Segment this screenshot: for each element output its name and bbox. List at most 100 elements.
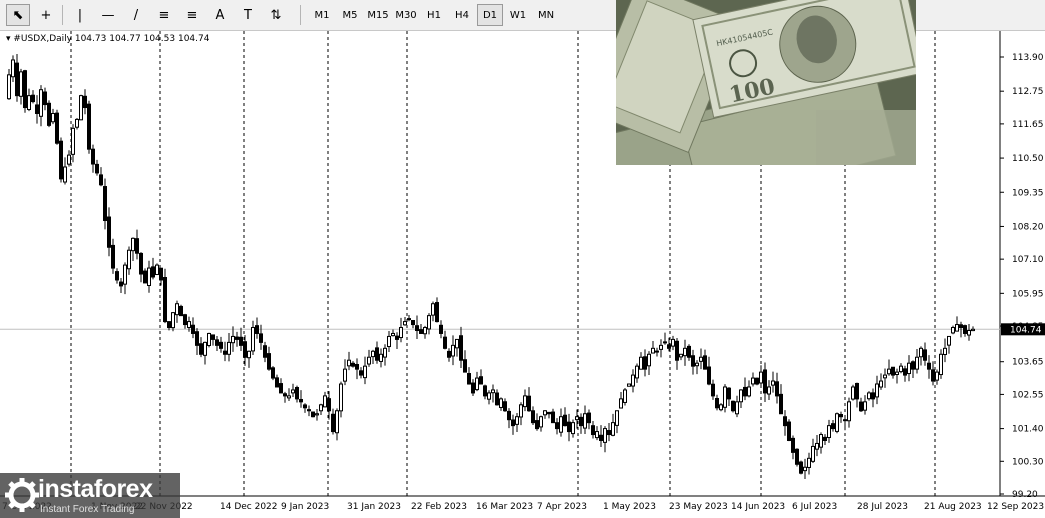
candle-body bbox=[619, 398, 623, 409]
candle-body bbox=[675, 340, 679, 361]
candle-body bbox=[543, 410, 547, 416]
candle-body bbox=[751, 377, 755, 385]
arrows-icon[interactable]: ⇅ bbox=[264, 4, 288, 26]
candle-body bbox=[227, 341, 231, 355]
candle-body bbox=[279, 383, 283, 394]
candle-body bbox=[419, 329, 423, 334]
candle-body bbox=[839, 413, 843, 418]
candle-body bbox=[123, 264, 127, 285]
candle-body bbox=[807, 457, 811, 468]
candle-body bbox=[563, 414, 567, 427]
candle-body bbox=[155, 264, 159, 276]
candle-body bbox=[651, 347, 655, 354]
x-tick-label: 14 Dec 2022 bbox=[220, 502, 278, 512]
candle-body bbox=[527, 395, 531, 412]
candle-body bbox=[99, 174, 103, 186]
candle-body bbox=[263, 345, 267, 358]
candle-body bbox=[899, 365, 903, 373]
candle-body bbox=[71, 127, 75, 155]
candle-body bbox=[435, 302, 439, 323]
candle-body bbox=[815, 442, 819, 450]
candle-body bbox=[59, 140, 63, 180]
timeframe-d1-button[interactable]: D1 bbox=[477, 4, 503, 26]
candle-body bbox=[367, 356, 371, 365]
candle-body bbox=[335, 410, 339, 434]
candle-body bbox=[127, 249, 131, 270]
timeframe-m15-button[interactable]: M15 bbox=[365, 4, 391, 26]
candle-body bbox=[799, 461, 803, 474]
equidistant-channel-icon[interactable]: ≡ bbox=[152, 4, 176, 26]
low-price: 104.53 bbox=[143, 34, 176, 44]
candle-body bbox=[779, 393, 783, 415]
candle-body bbox=[615, 410, 619, 426]
y-tick-label: 105.95 bbox=[1012, 289, 1044, 299]
candle-body bbox=[111, 244, 115, 269]
candle-body bbox=[755, 377, 759, 385]
timeframe-h1-button[interactable]: H1 bbox=[421, 4, 447, 26]
text-label-icon[interactable]: T bbox=[236, 4, 260, 26]
candle-body bbox=[47, 102, 51, 126]
candle-body bbox=[791, 437, 795, 453]
candle-body bbox=[51, 112, 55, 123]
timeframe-mn-button[interactable]: MN bbox=[533, 4, 559, 26]
candle-body bbox=[959, 324, 963, 329]
candle-body bbox=[639, 356, 643, 370]
candle-body bbox=[947, 335, 951, 346]
y-tick-label: 110.50 bbox=[1012, 154, 1044, 164]
candle-body bbox=[655, 350, 659, 353]
candle-body bbox=[395, 335, 399, 340]
candle-body bbox=[695, 362, 699, 367]
candle-body bbox=[215, 339, 219, 346]
candle-body bbox=[911, 361, 915, 370]
candle-body bbox=[75, 118, 79, 128]
candle-body bbox=[759, 371, 763, 384]
x-tick-label: 31 Jan 2023 bbox=[347, 502, 401, 512]
text-icon[interactable]: A bbox=[208, 4, 232, 26]
candle-body bbox=[647, 353, 651, 367]
candle-body bbox=[643, 356, 647, 370]
cursor-icon[interactable]: ⬉ bbox=[6, 4, 30, 26]
candle-body bbox=[919, 347, 923, 358]
x-tick-label: 22 Feb 2023 bbox=[411, 502, 467, 512]
candle-body bbox=[531, 410, 535, 424]
x-tick-label: 14 Jun 2023 bbox=[731, 502, 785, 512]
candle-body bbox=[403, 321, 407, 326]
candle-body bbox=[611, 422, 615, 436]
candle-body bbox=[771, 380, 775, 386]
candle-body bbox=[167, 321, 171, 329]
candle-body bbox=[711, 383, 715, 397]
timeframe-m1-button[interactable]: M1 bbox=[309, 4, 335, 26]
timeframe-w1-button[interactable]: W1 bbox=[505, 4, 531, 26]
candle-body bbox=[251, 327, 255, 352]
candle-body bbox=[487, 392, 491, 400]
crosshair-icon[interactable]: + bbox=[34, 4, 58, 26]
trendline-icon[interactable]: / bbox=[124, 4, 148, 26]
timeframe-m5-button[interactable]: M5 bbox=[337, 4, 363, 26]
horizontal-line-icon[interactable]: — bbox=[96, 4, 120, 26]
candle-body bbox=[859, 401, 863, 412]
candle-body bbox=[407, 318, 411, 321]
candle-body bbox=[299, 398, 303, 403]
high-price: 104.77 bbox=[109, 34, 141, 44]
candle-body bbox=[823, 436, 827, 441]
candle-body bbox=[171, 312, 175, 329]
candle-body bbox=[659, 344, 663, 350]
fibonacci-retracement-icon[interactable]: ≡ bbox=[180, 4, 204, 26]
open-price: 104.73 bbox=[74, 34, 107, 44]
candle-body bbox=[131, 237, 135, 252]
candle-body bbox=[287, 395, 291, 399]
vertical-line-icon[interactable]: | bbox=[68, 4, 92, 26]
candle-body bbox=[827, 425, 831, 439]
candle-body bbox=[383, 347, 387, 358]
candle-body bbox=[203, 341, 207, 356]
candle-body bbox=[715, 398, 719, 409]
candle-body bbox=[783, 416, 787, 427]
timeframe-h4-button[interactable]: H4 bbox=[449, 4, 475, 26]
candle-body bbox=[635, 365, 639, 379]
y-tick-label: 112.75 bbox=[1012, 87, 1044, 97]
timeframe-m30-button[interactable]: M30 bbox=[393, 4, 419, 26]
candle-body bbox=[191, 324, 195, 334]
candle-body bbox=[551, 411, 555, 424]
candle-body bbox=[603, 428, 607, 443]
candle-body bbox=[951, 327, 955, 334]
